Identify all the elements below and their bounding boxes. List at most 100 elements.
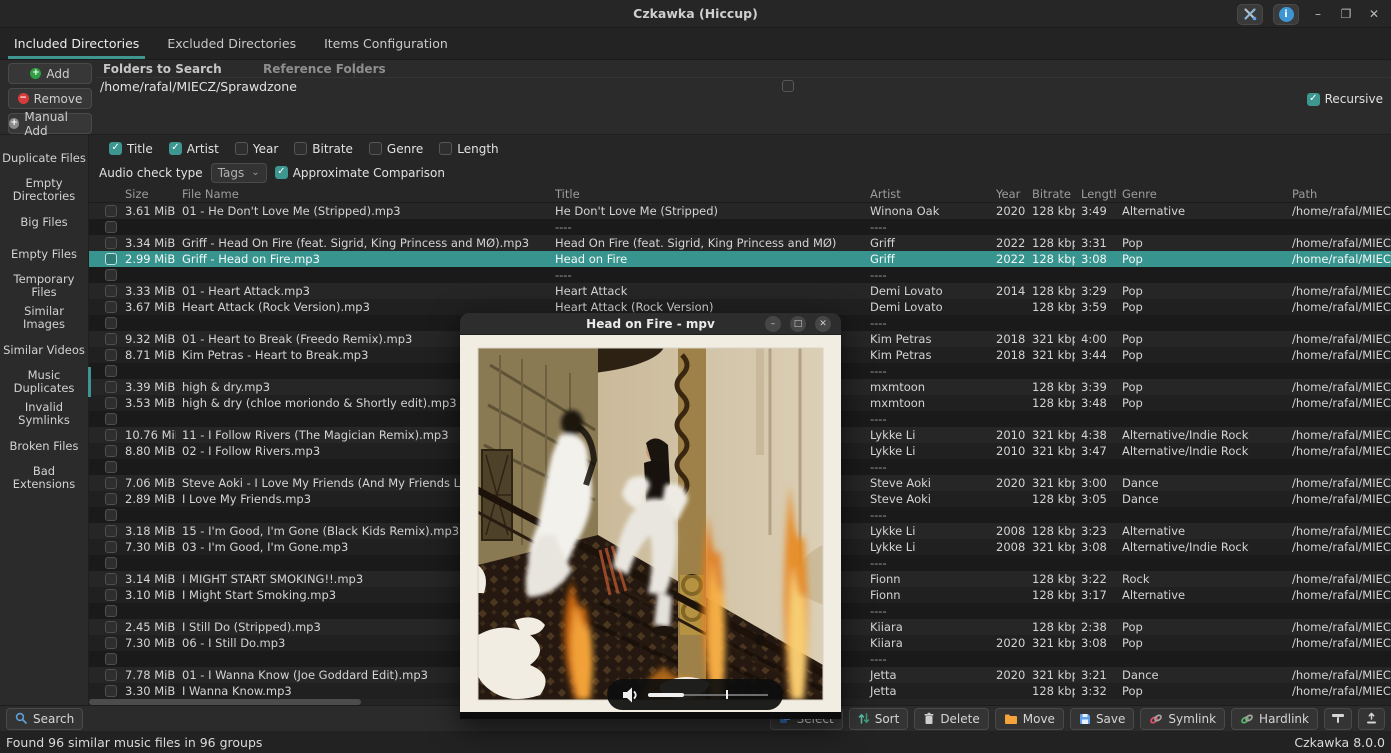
table-row[interactable]: 3.61 MiB01 - He Don't Love Me (Stripped)… — [89, 203, 1391, 219]
remove-directory-button[interactable]: − Remove — [8, 88, 92, 109]
sidebar-item-similar-videos[interactable]: Similar Videos — [0, 334, 88, 366]
approximate-comparison-option[interactable]: Approximate Comparison — [275, 166, 445, 180]
row-checkbox[interactable] — [105, 397, 117, 409]
row-checkbox[interactable] — [105, 493, 117, 505]
manual-add-button[interactable]: + Manual Add — [8, 113, 92, 134]
add-directory-button[interactable]: + Add — [8, 63, 92, 84]
tag-option-title[interactable]: Title — [109, 142, 153, 156]
row-checkbox[interactable] — [105, 653, 117, 665]
group-separator-row[interactable]: -------- — [89, 267, 1391, 283]
bitrate-checkbox[interactable] — [294, 142, 307, 155]
volume-overlay[interactable] — [607, 679, 783, 710]
tab-included-directories[interactable]: Included Directories — [12, 28, 141, 59]
row-checkbox[interactable] — [105, 269, 117, 281]
tag-option-artist[interactable]: Artist — [169, 142, 219, 156]
sidebar-item-bad-extensions[interactable]: Bad Extensions — [0, 462, 88, 494]
restore-button[interactable]: ❐ — [1337, 7, 1355, 21]
row-checkbox[interactable] — [105, 301, 117, 313]
row-checkbox[interactable] — [105, 381, 117, 393]
row-checkbox[interactable] — [105, 557, 117, 569]
sidebar-item-broken-files[interactable]: Broken Files — [0, 430, 88, 462]
row-checkbox[interactable] — [105, 637, 117, 649]
window-titlebar[interactable]: Czkawka (Hiccup) i – ❐ ✕ — [0, 0, 1391, 28]
header-bitrate[interactable]: Bitrate — [1026, 187, 1075, 201]
row-checkbox[interactable] — [105, 461, 117, 473]
row-checkbox[interactable] — [105, 253, 117, 265]
header-year[interactable]: Year — [990, 187, 1026, 201]
tab-items-configuration[interactable]: Items Configuration — [322, 28, 450, 59]
search-button[interactable]: Search — [6, 708, 83, 730]
delete-button[interactable]: Delete — [914, 708, 988, 730]
artist-checkbox[interactable] — [169, 142, 182, 155]
volume-slider-fill[interactable] — [648, 693, 684, 697]
mpv-maximize-button[interactable]: □ — [790, 316, 806, 332]
mpv-titlebar[interactable]: Head on Fire - mpv – □ ✕ — [460, 313, 841, 335]
tools-button[interactable] — [1237, 4, 1263, 25]
row-checkbox[interactable] — [105, 589, 117, 601]
row-checkbox[interactable] — [105, 445, 117, 457]
sidebar-item-empty-files[interactable]: Empty Files — [0, 238, 88, 270]
row-checkbox[interactable] — [105, 237, 117, 249]
year-checkbox[interactable] — [235, 142, 248, 155]
header-genre[interactable]: Genre — [1116, 187, 1286, 201]
header-artist[interactable]: Artist — [864, 187, 990, 201]
row-checkbox[interactable] — [105, 573, 117, 585]
row-checkbox[interactable] — [105, 669, 117, 681]
row-checkbox[interactable] — [105, 333, 117, 345]
row-checkbox[interactable] — [105, 365, 117, 377]
row-checkbox[interactable] — [105, 541, 117, 553]
tag-option-year[interactable]: Year — [235, 142, 278, 156]
header-size[interactable]: Size — [119, 187, 176, 201]
tag-option-genre[interactable]: Genre — [369, 142, 423, 156]
sidebar-item-similar-images[interactable]: Similar Images — [0, 302, 88, 334]
row-checkbox[interactable] — [105, 525, 117, 537]
row-checkbox[interactable] — [105, 509, 117, 521]
table-row[interactable]: 3.34 MiBGriff - Head On Fire (feat. Sigr… — [89, 235, 1391, 251]
row-checkbox[interactable] — [105, 605, 117, 617]
row-checkbox[interactable] — [105, 413, 117, 425]
minimize-button[interactable]: – — [1309, 7, 1327, 21]
mpv-window[interactable]: Head on Fire - mpv – □ ✕ — [460, 313, 841, 719]
sidebar-item-big-files[interactable]: Big Files — [0, 206, 88, 238]
mpv-minimize-button[interactable]: – — [765, 316, 781, 332]
search-path-row[interactable]: /home/rafal/MIECZ/Sprawdzone — [96, 78, 1391, 95]
header-title[interactable]: Title — [549, 187, 864, 201]
row-checkbox[interactable] — [105, 477, 117, 489]
sidebar-item-temporary-files[interactable]: Temporary Files — [0, 270, 88, 302]
mpv-close-button[interactable]: ✕ — [815, 316, 831, 332]
move-button[interactable]: Move — [995, 708, 1064, 730]
approximate-comparison-checkbox[interactable] — [275, 166, 288, 179]
results-table-header[interactable]: Size File Name Title Artist Year Bitrate… — [89, 186, 1391, 203]
row-checkbox[interactable] — [105, 221, 117, 233]
sort-button[interactable]: Sort — [849, 708, 909, 730]
recursive-option[interactable]: Recursive — [1307, 92, 1383, 106]
row-checkbox[interactable] — [105, 285, 117, 297]
table-row[interactable]: 3.33 MiB01 - Heart Attack.mp3Heart Attac… — [89, 283, 1391, 299]
symlink-button[interactable]: Symlink — [1140, 708, 1225, 730]
reference-folder-checkbox[interactable] — [782, 80, 794, 92]
header-file-name[interactable]: File Name — [176, 187, 549, 201]
mpv-video-area[interactable] — [460, 335, 841, 719]
info-button[interactable]: i — [1273, 4, 1299, 25]
genre-checkbox[interactable] — [369, 142, 382, 155]
sidebar-item-empty-directories[interactable]: Empty Directories — [0, 174, 88, 206]
header-length[interactable]: Length — [1075, 187, 1116, 201]
hardlink-button[interactable]: Hardlink — [1231, 708, 1318, 730]
row-checkbox[interactable] — [105, 317, 117, 329]
title-checkbox[interactable] — [109, 142, 122, 155]
sidebar-item-music-duplicates[interactable]: Music Duplicates — [0, 366, 88, 398]
tab-excluded-directories[interactable]: Excluded Directories — [165, 28, 298, 59]
table-row[interactable]: 2.99 MiBGriff - Head on Fire.mp3Head on … — [89, 251, 1391, 267]
row-checkbox[interactable] — [105, 685, 117, 697]
row-checkbox[interactable] — [105, 205, 117, 217]
recursive-checkbox[interactable] — [1307, 93, 1320, 106]
group-separator-row[interactable]: -------- — [89, 219, 1391, 235]
header-path[interactable]: Path — [1286, 187, 1391, 201]
tag-option-bitrate[interactable]: Bitrate — [294, 142, 353, 156]
row-checkbox[interactable] — [105, 349, 117, 361]
move-to-trash-button[interactable] — [1358, 708, 1385, 730]
close-button[interactable]: ✕ — [1365, 7, 1383, 21]
tag-option-length[interactable]: Length — [439, 142, 498, 156]
compare-button[interactable] — [1324, 708, 1352, 730]
audio-check-type-dropdown[interactable]: Tags ⌄ — [211, 163, 267, 183]
